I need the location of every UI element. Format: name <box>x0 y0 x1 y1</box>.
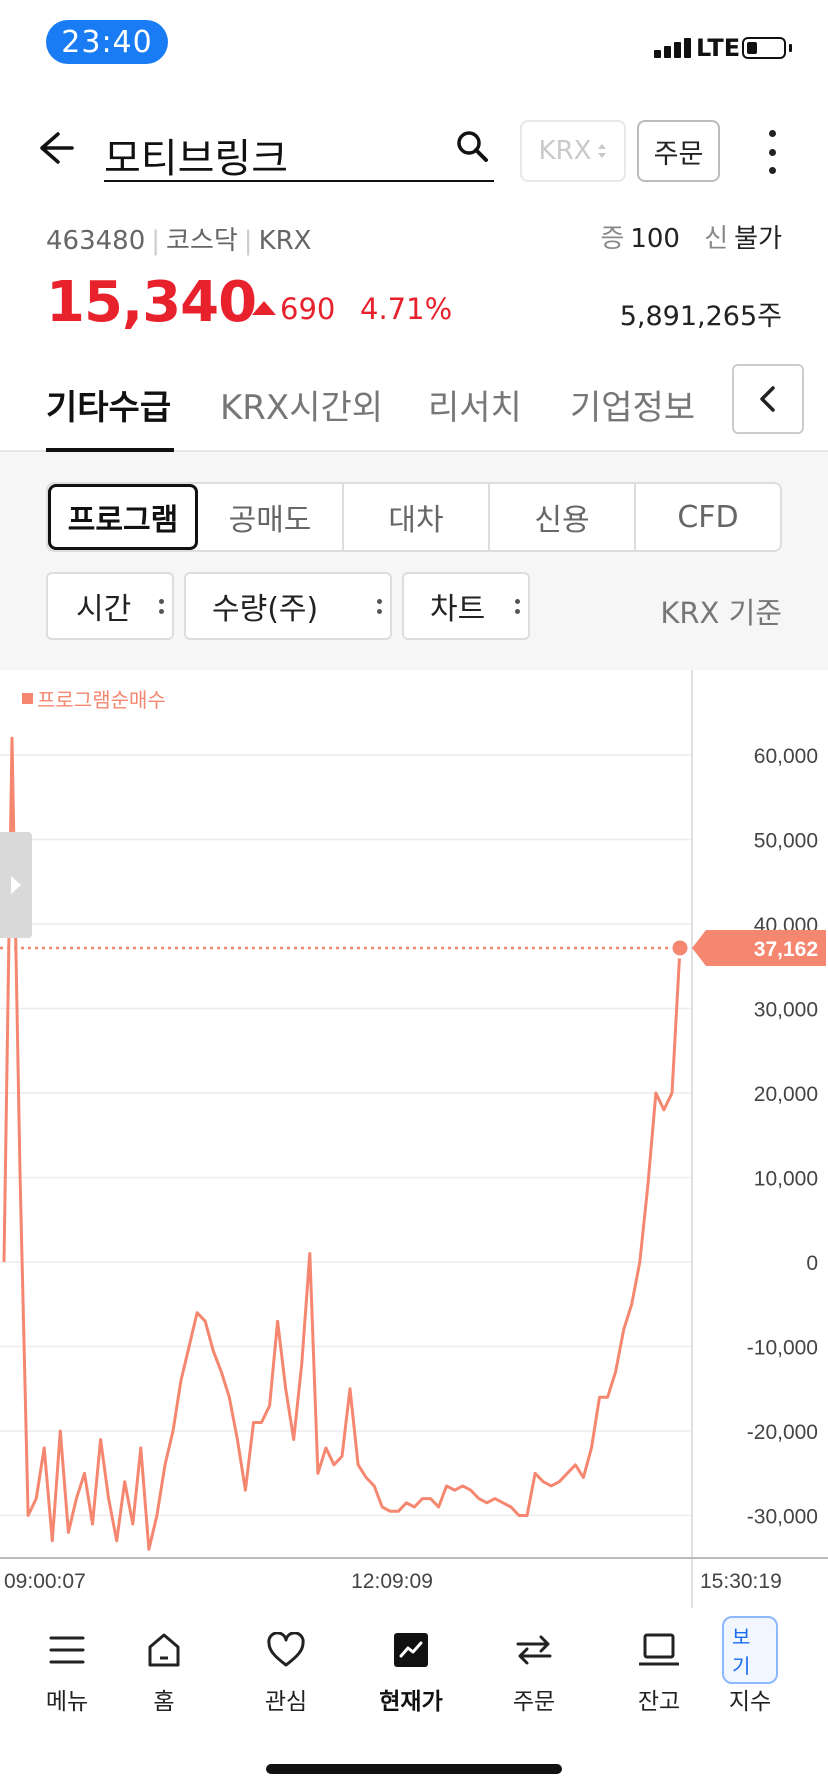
current-price: 15,340 <box>46 270 257 335</box>
stock-meta: 463480 | 코스닥 | KRX <box>46 226 312 256</box>
status-time: 23:40 <box>46 20 168 64</box>
nav-item-laptop[interactable]: 잔고 <box>614 1630 704 1716</box>
stock-name: 모티브링크 <box>104 136 288 182</box>
search-icon[interactable] <box>454 128 490 164</box>
segment-short-selling[interactable]: 공매도 <box>198 484 344 550</box>
nav-item-home[interactable]: 홈 <box>119 1630 209 1716</box>
tab-krx-after-hours[interactable]: KRX시간외 <box>220 380 383 429</box>
x-tick-label: 12:09:09 <box>351 1570 433 1593</box>
nav-item-heart[interactable]: 관심 <box>241 1630 331 1716</box>
basis-label: KRX 기준 <box>660 596 782 630</box>
unit-filter[interactable]: 수량(주) <box>184 572 392 640</box>
battery-icon <box>742 37 786 59</box>
current-value-label: 37,162 <box>754 938 818 961</box>
chart-icon <box>391 1630 431 1670</box>
back-arrow-icon[interactable] <box>36 128 76 168</box>
menu-icon <box>47 1630 87 1670</box>
sort-icon <box>598 144 607 158</box>
margin-value: 100 <box>630 224 680 254</box>
credit-value: 불가 <box>734 224 782 254</box>
y-tick-label: 30,000 <box>754 999 818 1022</box>
nav-label: 지수 <box>728 1689 772 1715</box>
nav-label: 주문 <box>512 1689 556 1715</box>
time-filter-label: 시간 <box>76 592 132 627</box>
view-badge: 보기 <box>722 1616 778 1684</box>
y-tick-label: 60,000 <box>754 745 818 768</box>
legend-label: 프로그램순매수 <box>37 688 166 712</box>
margin-label: 증 <box>600 224 625 254</box>
credit-label: 신 <box>704 224 729 254</box>
nav-label: 잔고 <box>637 1689 681 1715</box>
legend-swatch <box>22 693 33 704</box>
segment-program[interactable]: 프로그램 <box>48 484 198 550</box>
chart-legend: 프로그램순매수 <box>22 684 166 713</box>
segment-cfd[interactable]: CFD <box>636 484 780 550</box>
more-menu-icon[interactable] <box>760 130 784 174</box>
x-tick-label: 15:30:19 <box>700 1570 782 1593</box>
stock-market: 코스닥 <box>166 226 238 256</box>
home-indicator <box>266 1764 562 1774</box>
dropdown-icon <box>515 598 520 614</box>
nav-item-menu[interactable]: 메뉴 <box>22 1630 112 1716</box>
order-button[interactable]: 주문 <box>637 120 720 182</box>
dropdown-icon <box>377 598 382 614</box>
home-icon <box>144 1630 184 1670</box>
signal-icon <box>654 38 691 58</box>
segment-lending[interactable]: 대차 <box>344 484 490 550</box>
y-tick-label: -30,000 <box>747 1506 818 1529</box>
view-filter[interactable]: 차트 <box>402 572 530 640</box>
nav-label: 관심 <box>264 1689 308 1715</box>
tab-research[interactable]: 리서치 <box>428 380 522 429</box>
y-tick-label: -20,000 <box>747 1421 818 1444</box>
y-tick-label: 20,000 <box>754 1083 818 1106</box>
time-filter[interactable]: 시간 <box>46 572 174 640</box>
y-tick-label: 10,000 <box>754 1168 818 1191</box>
stock-code: 463480 <box>46 226 146 256</box>
heart-icon <box>266 1630 306 1670</box>
chart-side-handle[interactable] <box>0 832 32 938</box>
price-change-percent: 4.71% <box>360 292 453 326</box>
margin-info: 증 100 신 불가 <box>600 218 782 255</box>
tab-company-info[interactable]: 기업정보 <box>570 380 695 429</box>
nav-label: 현재가 <box>379 1689 443 1715</box>
market-select-value: KRX <box>538 136 592 166</box>
play-icon <box>11 876 21 894</box>
up-triangle-icon <box>252 301 276 315</box>
price-change: 690 <box>280 292 336 326</box>
nav-item-transfer[interactable]: 주문 <box>489 1630 579 1716</box>
chart-background <box>0 670 828 1608</box>
stock-exchange: KRX <box>258 226 312 256</box>
battery-cap <box>789 44 792 52</box>
dropdown-icon <box>159 598 164 614</box>
market-select[interactable]: KRX <box>520 120 626 182</box>
trading-volume: 5,891,265주 <box>619 301 782 332</box>
segment-credit[interactable]: 신용 <box>490 484 636 550</box>
tab-scroll-button[interactable] <box>732 364 804 434</box>
nav-item-chart[interactable]: 현재가 <box>366 1630 456 1716</box>
view-filter-label: 차트 <box>430 592 486 627</box>
x-tick-label: 09:00:07 <box>4 1570 86 1593</box>
segment-control: 프로그램 공매도 대차 신용 CFD <box>46 482 782 552</box>
nav-item-index[interactable]: 보기지수 <box>705 1616 795 1716</box>
laptop-icon <box>639 1630 679 1670</box>
y-tick-label: -10,000 <box>747 1337 818 1360</box>
transfer-icon <box>514 1630 554 1670</box>
unit-filter-label: 수량(주) <box>212 592 319 627</box>
nav-label: 메뉴 <box>45 1689 89 1715</box>
y-tick-label: 50,000 <box>754 830 818 853</box>
current-value-marker <box>669 937 691 959</box>
network-label: LTE <box>696 34 741 62</box>
y-tick-label: 0 <box>806 1252 818 1275</box>
index-icon: 보기 <box>722 1616 778 1684</box>
tab-other-supply[interactable]: 기타수급 <box>46 380 171 429</box>
program-net-buy-chart[interactable]: 60,00050,00040,00030,00020,00010,0000-10… <box>0 670 828 1608</box>
chevron-left-icon <box>760 386 775 412</box>
stock-search-field[interactable]: 모티브링크 <box>104 120 494 182</box>
nav-label: 홈 <box>153 1689 175 1715</box>
